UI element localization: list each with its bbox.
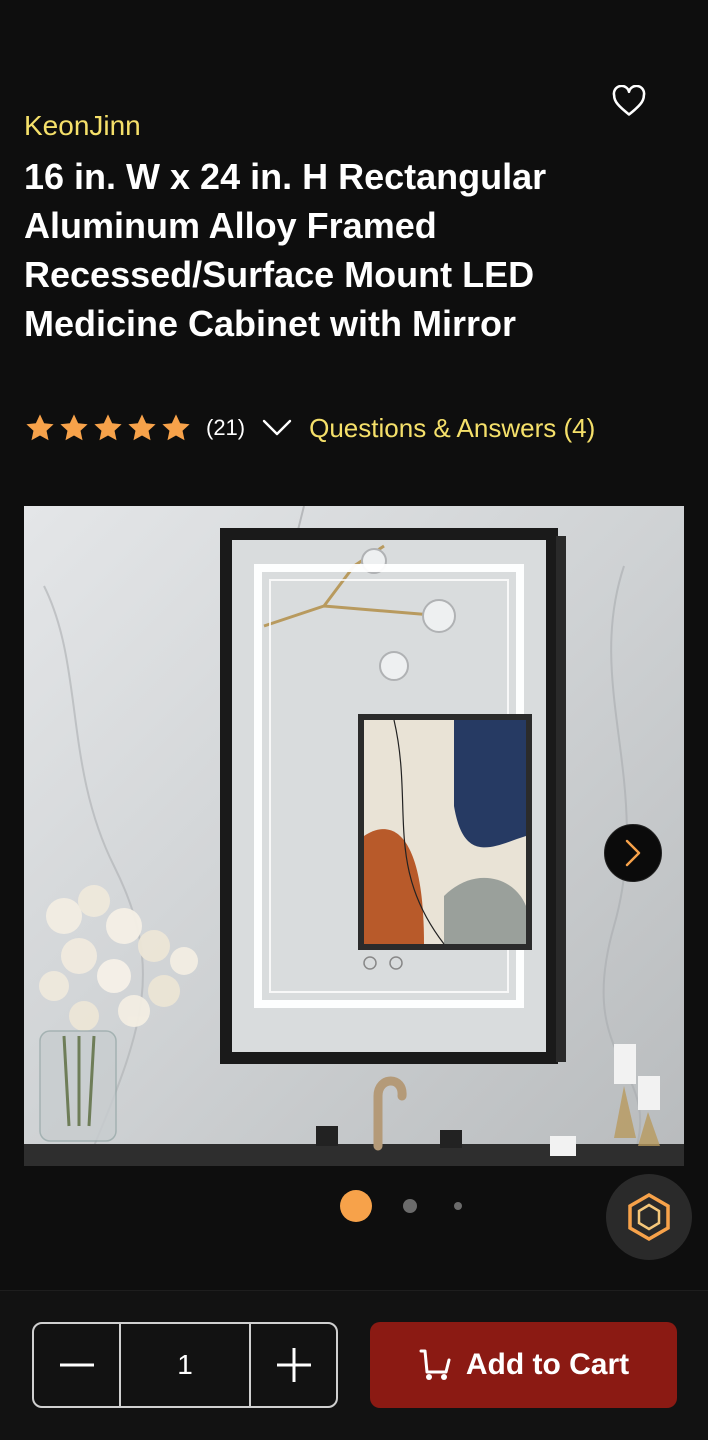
rating-row: (21) Questions & Answers (4) [24, 408, 595, 448]
brand-link[interactable]: KeonJinn [24, 108, 141, 144]
assistant-button[interactable] [606, 1174, 692, 1260]
product-title: 16 in. W x 24 in. H Rectangular Aluminum… [24, 156, 547, 344]
minus-icon [59, 1363, 94, 1367]
quantity-input[interactable]: 1 [119, 1324, 251, 1406]
questions-answers-link[interactable]: Questions & Answers (4) [309, 413, 595, 444]
decrease-quantity-button[interactable] [34, 1324, 119, 1406]
gallery-dot[interactable] [454, 1202, 462, 1210]
star-icon [128, 414, 156, 441]
review-count[interactable]: (21) [206, 415, 245, 441]
heart-outline-icon [612, 85, 646, 116]
next-image-button[interactable] [604, 824, 662, 882]
chevron-right-icon [625, 839, 641, 867]
favorite-button[interactable] [608, 80, 650, 122]
increase-quantity-button[interactable] [251, 1324, 336, 1406]
gallery-dot[interactable] [403, 1199, 417, 1213]
star-icon [94, 414, 122, 441]
product-image-illustration [24, 506, 684, 1166]
product-image[interactable] [24, 506, 684, 1166]
star-icon [162, 414, 190, 441]
add-to-cart-button[interactable]: Add to Cart [370, 1322, 677, 1408]
ratings-expand-button[interactable] [261, 412, 293, 444]
star-icon [60, 414, 88, 441]
plus-icon [276, 1348, 311, 1382]
cart-icon [419, 1349, 451, 1380]
star-icon [26, 414, 54, 441]
add-to-cart-label: Add to Cart [465, 1348, 630, 1381]
rating-stars[interactable] [24, 412, 192, 444]
chevron-down-icon [262, 419, 292, 436]
gallery-pagination [340, 1190, 462, 1222]
quantity-stepper: 1 [32, 1322, 338, 1408]
gallery-dot-active[interactable] [340, 1190, 372, 1222]
hexagon-assistant-icon [628, 1192, 670, 1242]
